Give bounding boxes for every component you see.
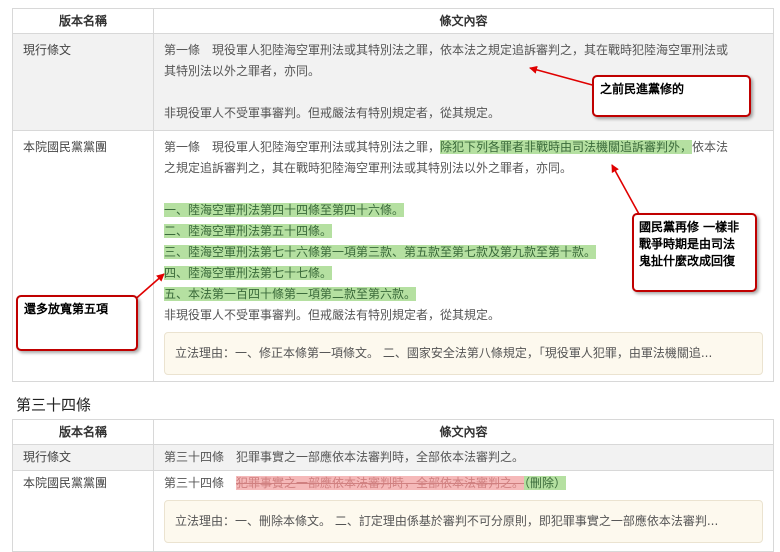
legislative-reason-box[interactable]: 立法理由：一、修正本條第一項條文。 二、國家安全法第八條規定，「現役軍人犯罪，由… [164,332,763,375]
delete-tag: （刪除） [524,476,567,490]
content-line: 非現役軍人不受軍事審判。但戒嚴法有特別規定者，從其規定。 [164,308,501,322]
inserted-item-text: 一、陸海空軍刑法第四十四條至第四十六條。 [164,203,405,217]
article-number: 第三十四條 [164,476,225,490]
text-inserted: 除犯下列各罪者非戰時由司法機關追訴審判外， [440,140,693,154]
annotation-note-kmt: 國民黨再修 一樣非戰爭時期是由司法 鬼扯什麼改成回復 [632,213,757,292]
version-name-kmt: 本院國民黨黨團 [12,470,154,552]
version-name-current: 現行條文 [12,33,154,131]
inserted-item-text: 三、陸海空軍刑法第七十六條第一項第三款、第五款至第七款及第九款至第十款。 [164,245,597,259]
legislative-reason-box[interactable]: 立法理由：一、刪除本條文。 二、訂定理由係基於審判不可分原則，即犯罪事實之一部應… [164,500,763,543]
annotation-text: 之前民進黨修的 [600,82,685,96]
header-version: 版本名稱 [12,419,154,445]
inserted-item-text: 四、陸海空軍刑法第七十七條。 [164,266,333,280]
content-line: 第三十四條 犯罪事實之一部應依本法審判時，全部依本法審判之。（刪除） [164,473,763,494]
table-row-kmt: 本院國民黨黨團 第三十四條 犯罪事實之一部應依本法審判時，全部依本法審判之。（刪… [12,470,774,552]
article-content-kmt: 第三十四條 犯罪事實之一部應依本法審判時，全部依本法審判之。（刪除） 立法理由：… [153,470,774,552]
text-deleted: 犯罪事實之一部應依本法審判時，全部依本法審判之。 [236,476,525,490]
content-line: 第一條 現役軍人犯陸海空軍刑法或其特別法之罪，除犯下列各罪者非戰時由司法機關追訴… [164,137,763,158]
annotation-note-item5: 還多放寬第五項 [16,295,138,351]
article-content-current: 第三十四條 犯罪事實之一部應依本法審判時，全部依本法審判之。 [153,444,774,471]
section-title: 第三十四條 [16,396,92,414]
annotation-note-dpp: 之前民進黨修的 [592,75,751,117]
header-content: 條文內容 [153,419,774,445]
header-content: 條文內容 [153,8,774,34]
header-version: 版本名稱 [12,8,154,34]
content-line: 第一條 現役軍人犯陸海空軍刑法或其特別法之罪，依本法之規定追訴審判之，其在戰時犯… [164,43,729,57]
table-header-row: 版本名稱 條文內容 [12,8,774,34]
annotation-text: 還多放寬第五項 [24,302,109,316]
content-line: 之規定追訴審判之，其在戰時犯陸海空軍刑法或其特別法以外之罪者，亦同。 [164,161,573,175]
inserted-item-text: 五、本法第一百四十條第一項第二款至第六款。 [164,287,417,301]
table-row-current: 現行條文 第三十四條 犯罪事實之一部應依本法審判時，全部依本法審判之。 [12,444,774,471]
text-unchanged: 第一條 現役軍人犯陸海空軍刑法或其特別法之罪， [164,140,441,154]
inserted-item-text: 二、陸海空軍刑法第五十四條。 [164,224,333,238]
version-name-current: 現行條文 [12,444,154,471]
text-unchanged: 依本法 [692,140,729,154]
annotation-text: 國民黨再修 一樣非戰爭時期是由司法 鬼扯什麼改成回復 [639,220,740,268]
table-header-row: 版本名稱 條文內容 [12,419,774,445]
comparison-table-article-34: 版本名稱 條文內容 現行條文 第三十四條 犯罪事實之一部應依本法審判時，全部依本… [12,419,774,552]
